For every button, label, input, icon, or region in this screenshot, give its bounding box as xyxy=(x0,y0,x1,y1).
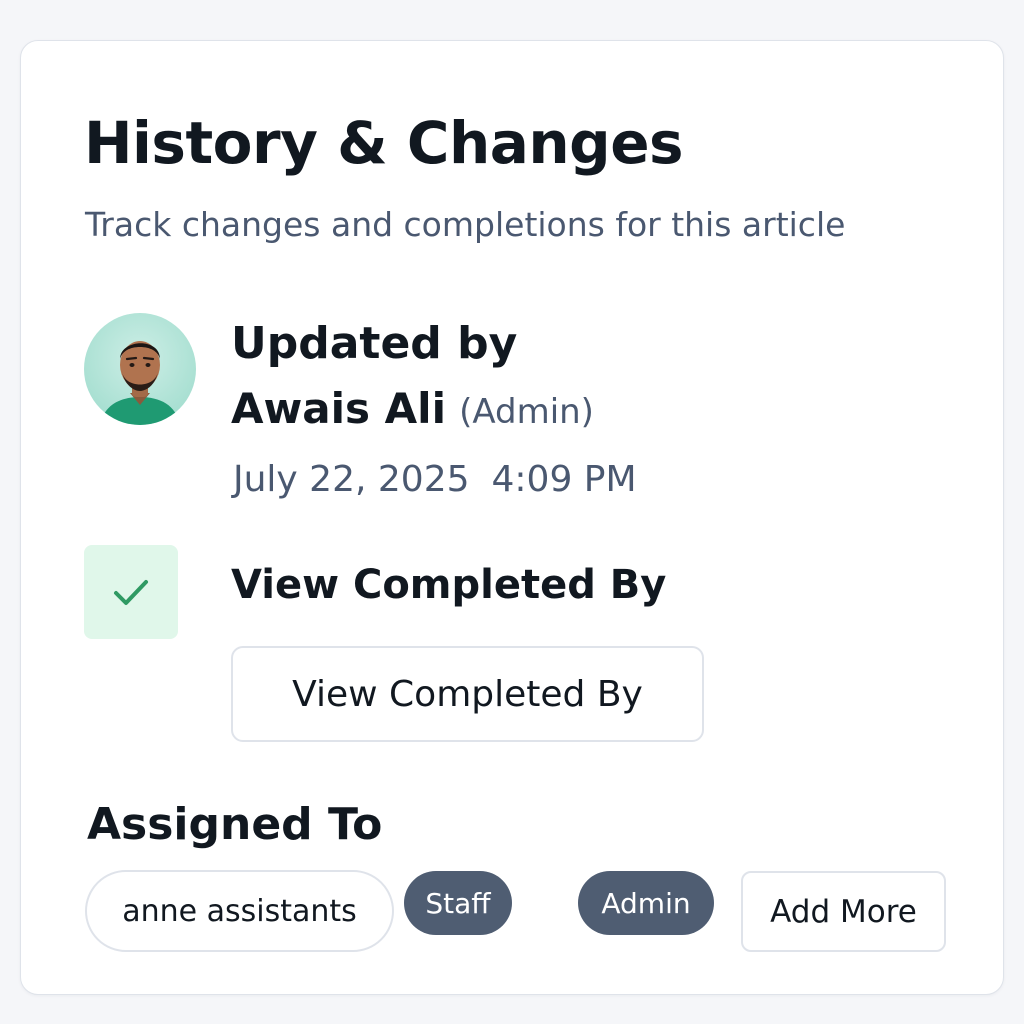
updater-info: Awais Ali (Admin) xyxy=(231,381,594,440)
view-completed-by-button[interactable]: View Completed By xyxy=(231,646,704,742)
role-chip-staff[interactable]: Staff xyxy=(404,871,512,935)
completion-status-badge xyxy=(84,545,178,639)
updater-role: (Admin) xyxy=(459,392,594,432)
update-time: 4:09 PM xyxy=(491,459,637,500)
updated-by-label: Updated by xyxy=(231,318,518,369)
add-more-button[interactable]: Add More xyxy=(741,871,946,952)
panel-title: History & Changes xyxy=(84,109,684,177)
assigned-to-heading: Assigned To xyxy=(87,799,383,850)
assignee-chip[interactable]: anne assistants xyxy=(85,870,394,952)
user-avatar-image xyxy=(84,313,196,425)
update-timestamp: July 22, 2025 4:09 PM xyxy=(233,455,637,505)
panel-subtitle: Track changes and completions for this a… xyxy=(85,205,846,244)
role-chip-admin[interactable]: Admin xyxy=(578,871,714,935)
user-avatar xyxy=(84,313,196,425)
checkmark-icon xyxy=(114,580,148,605)
completed-by-heading: View Completed By xyxy=(231,562,667,608)
updater-name: Awais Ali xyxy=(231,384,446,433)
history-changes-card: History & Changes Track changes and comp… xyxy=(20,40,1004,995)
update-date: July 22, 2025 xyxy=(233,459,470,500)
